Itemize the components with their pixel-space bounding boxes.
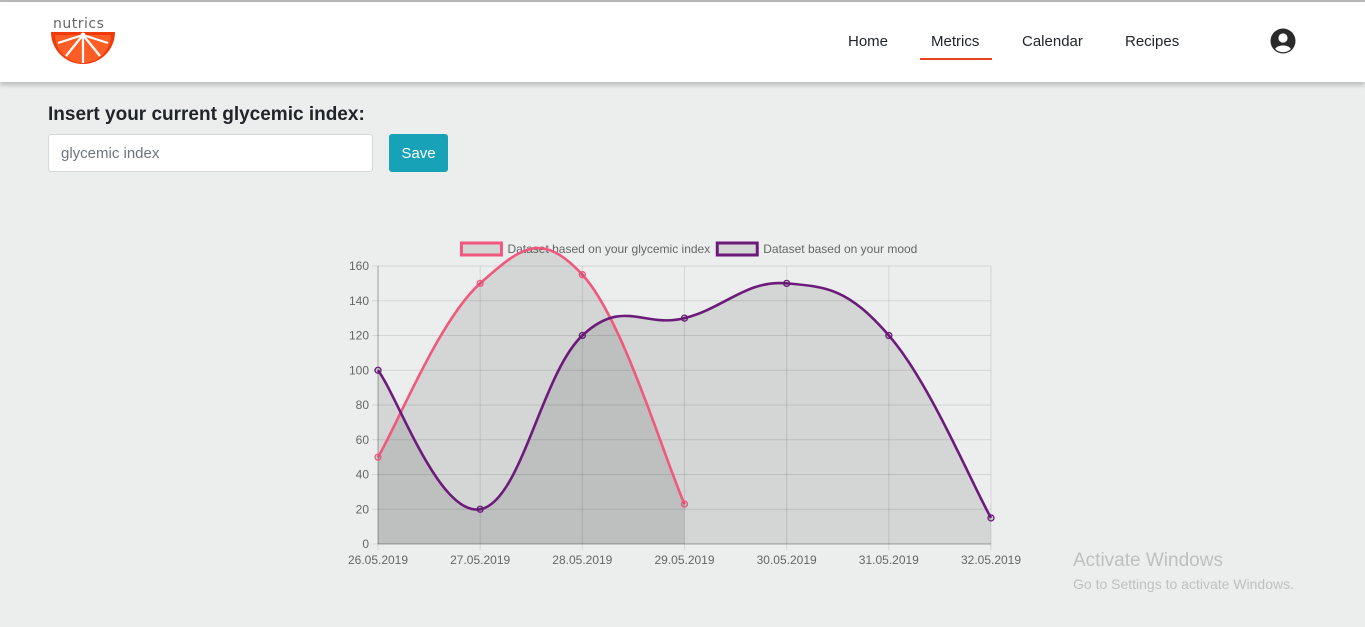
data-point xyxy=(476,505,484,513)
y-tick-label: 120 xyxy=(349,329,369,343)
x-tick-label: 29.05.2019 xyxy=(654,553,714,567)
legend-swatch xyxy=(715,241,759,257)
y-tick-label: 40 xyxy=(356,468,370,482)
data-point xyxy=(476,279,484,288)
user-circle-icon[interactable] xyxy=(1270,28,1296,54)
nav-metrics[interactable]: Metrics xyxy=(931,33,979,50)
active-tab-indicator xyxy=(920,58,992,60)
legend-swatch xyxy=(459,241,503,257)
save-button[interactable]: Save xyxy=(389,134,448,172)
x-tick-label: 28.05.2019 xyxy=(552,553,612,567)
data-point xyxy=(374,366,382,374)
y-tick-label: 160 xyxy=(349,259,369,273)
x-tick-label: 31.05.2019 xyxy=(859,553,919,567)
y-tick-label: 0 xyxy=(362,537,369,551)
data-point xyxy=(885,331,893,340)
nav-recipes[interactable]: Recipes xyxy=(1125,33,1179,50)
glycemic-mood-chart: Dataset based on your glycemic index Data… xyxy=(348,241,1021,567)
y-tick-label: 60 xyxy=(356,433,370,447)
nav-home[interactable]: Home xyxy=(848,33,888,50)
watermark-title: Activate Windows xyxy=(1073,550,1223,571)
nutrics-logo[interactable]: nutrics xyxy=(50,16,116,68)
orange-slice-icon xyxy=(51,32,115,64)
y-tick-label: 140 xyxy=(349,294,369,308)
data-point xyxy=(578,331,586,340)
y-tick-label: 100 xyxy=(349,363,369,377)
x-tick-label: 30.05.2019 xyxy=(757,553,817,567)
data-point xyxy=(783,279,791,288)
data-point xyxy=(680,500,689,508)
data-point xyxy=(374,453,382,461)
glycemic-form-title: Insert your current glycemic index: xyxy=(48,104,365,125)
x-tick-label: 32.05.2019 xyxy=(961,553,1021,567)
x-tick-label: 27.05.2019 xyxy=(450,553,510,567)
nav-calendar[interactable]: Calendar xyxy=(1022,33,1083,50)
windows-activation-watermark: Activate Windows Go to Settings to activ… xyxy=(1073,550,1294,592)
legend-label: Dataset based on your mood xyxy=(763,242,917,256)
watermark-subtitle: Go to Settings to activate Windows. xyxy=(1073,576,1294,592)
y-tick-label: 80 xyxy=(356,398,370,412)
data-point xyxy=(680,314,689,322)
data-point xyxy=(578,271,586,279)
x-tick-label: 26.05.2019 xyxy=(348,553,408,567)
data-point xyxy=(987,514,995,522)
glycemic-index-input[interactable] xyxy=(48,134,373,172)
top-navbar: nutrics Home Metrics Calendar Recipes xyxy=(0,2,1365,82)
y-tick-label: 20 xyxy=(356,502,370,516)
